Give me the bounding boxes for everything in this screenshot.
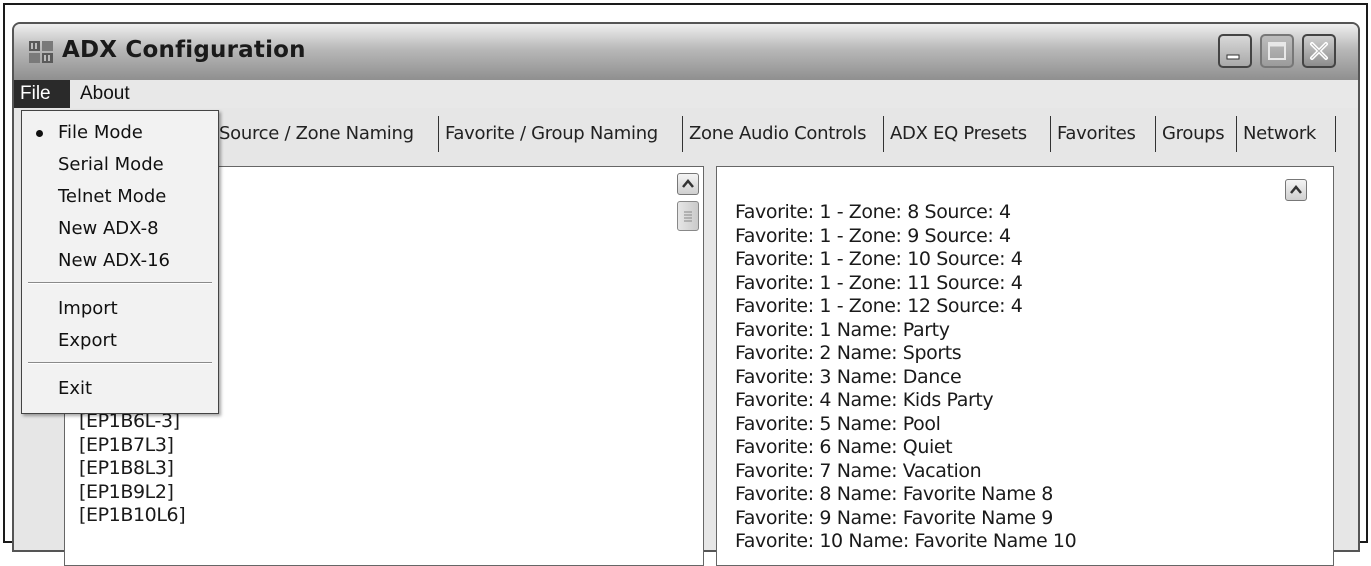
list-item[interactable]: Favorite: 1 Name: Party	[735, 319, 1076, 343]
list-item[interactable]: Favorite: 1 - Zone: 10 Source: 4	[735, 248, 1076, 272]
tab-source-zone-naming[interactable]: Source / Zone Naming	[212, 116, 437, 152]
list-item[interactable]: Favorite: 1 - Zone: 9 Source: 4	[735, 225, 1076, 249]
list-item[interactable]: [EP1B7L3]	[79, 434, 185, 458]
menu-about[interactable]: About	[74, 80, 136, 108]
list-item[interactable]: [EP1B9L2]	[79, 481, 185, 505]
menu-separator	[28, 362, 212, 364]
menu-item-label: Import	[58, 298, 118, 319]
menu-separator	[28, 282, 212, 284]
grip-icon	[684, 211, 692, 222]
left-scroll-thumb[interactable]	[677, 201, 699, 231]
menu-item-exit[interactable]: Exit	[22, 374, 218, 404]
menu-item-label: New ADX-8	[58, 218, 159, 239]
menu-item-export[interactable]: Export	[22, 326, 218, 356]
menu-bar: File About	[14, 80, 1358, 108]
chevron-up-icon	[682, 179, 694, 188]
left-scroll-up-button[interactable]	[677, 173, 699, 195]
minimize-button[interactable]	[1218, 34, 1252, 68]
menu-item-new-adx-8[interactable]: New ADX-8	[22, 214, 218, 244]
menu-item-new-adx-16[interactable]: New ADX-16	[22, 246, 218, 276]
right-list-pane[interactable]: Favorite: 1 - Zone: 8 Source: 4 Favorite…	[716, 166, 1334, 566]
tab-zone-audio-controls[interactable]: Zone Audio Controls	[682, 116, 882, 152]
menu-item-label: Telnet Mode	[58, 186, 167, 207]
list-item[interactable]: Favorite: 7 Name: Vacation	[735, 460, 1076, 484]
menu-item-file-mode[interactable]: File Mode	[22, 118, 218, 148]
maximize-icon	[1268, 42, 1286, 60]
list-item[interactable]: Favorite: 3 Name: Dance	[735, 366, 1076, 390]
list-item[interactable]: Favorite: 9 Name: Favorite Name 9	[735, 507, 1076, 531]
app-icon	[29, 41, 53, 63]
list-item[interactable]: Favorite: 6 Name: Quiet	[735, 436, 1076, 460]
tab-groups[interactable]: Groups	[1155, 116, 1235, 152]
list-item[interactable]: Favorite: 2 Name: Sports	[735, 342, 1076, 366]
radio-bullet-icon	[36, 130, 43, 137]
close-button[interactable]	[1302, 34, 1336, 68]
chevron-up-icon	[1290, 185, 1302, 194]
app-window: ADX Configuration File About Source / Zo…	[12, 22, 1360, 566]
list-item[interactable]: Favorite: 8 Name: Favorite Name 8	[735, 483, 1076, 507]
maximize-button[interactable]	[1260, 34, 1294, 68]
tab-adx-eq-presets[interactable]: ADX EQ Presets	[883, 116, 1049, 152]
list-item[interactable]: [EP1B8L3]	[79, 457, 185, 481]
list-item[interactable]: Favorite: 1 - Zone: 12 Source: 4	[735, 295, 1076, 319]
tab-favorite-group-naming[interactable]: Favorite / Group Naming	[438, 116, 681, 152]
list-item[interactable]: Favorite: 1 - Zone: 11 Source: 4	[735, 272, 1076, 296]
file-menu-dropdown: File Mode Serial Mode Telnet Mode New AD…	[21, 110, 219, 414]
list-item[interactable]: Favorite: 10 Name: Favorite Name 10	[735, 530, 1077, 554]
menu-file[interactable]: File	[14, 80, 70, 108]
title-bar[interactable]: ADX Configuration	[14, 24, 1358, 80]
tab-favorites[interactable]: Favorites	[1050, 116, 1154, 152]
list-item[interactable]: [EP1B10L6]	[79, 504, 186, 528]
list-item[interactable]: Favorite: 4 Name: Kids Party	[735, 389, 1076, 413]
favorites-entries-list: Favorite: 1 - Zone: 8 Source: 4 Favorite…	[735, 201, 1077, 554]
list-item[interactable]: Favorite: 1 - Zone: 8 Source: 4	[735, 201, 1076, 225]
menu-item-label: Serial Mode	[58, 154, 164, 175]
tab-network[interactable]: Network	[1236, 116, 1336, 152]
menu-item-label: Exit	[58, 378, 93, 399]
menu-item-label: File Mode	[58, 122, 143, 143]
menu-item-label: New ADX-16	[58, 250, 170, 271]
menu-item-telnet-mode[interactable]: Telnet Mode	[22, 182, 218, 212]
menu-item-serial-mode[interactable]: Serial Mode	[22, 150, 218, 180]
close-icon	[1310, 42, 1328, 60]
menu-item-label: Export	[58, 330, 117, 351]
minimize-icon	[1226, 54, 1240, 60]
menu-item-import[interactable]: Import	[22, 294, 218, 324]
window-title: ADX Configuration	[62, 37, 306, 63]
right-scroll-up-button[interactable]	[1285, 179, 1307, 201]
list-item[interactable]: Favorite: 5 Name: Pool	[735, 413, 1076, 437]
left-entries-list: [EP1B6L-3] [EP1B7L3] [EP1B8L3] [EP1B9L2]…	[79, 410, 186, 528]
